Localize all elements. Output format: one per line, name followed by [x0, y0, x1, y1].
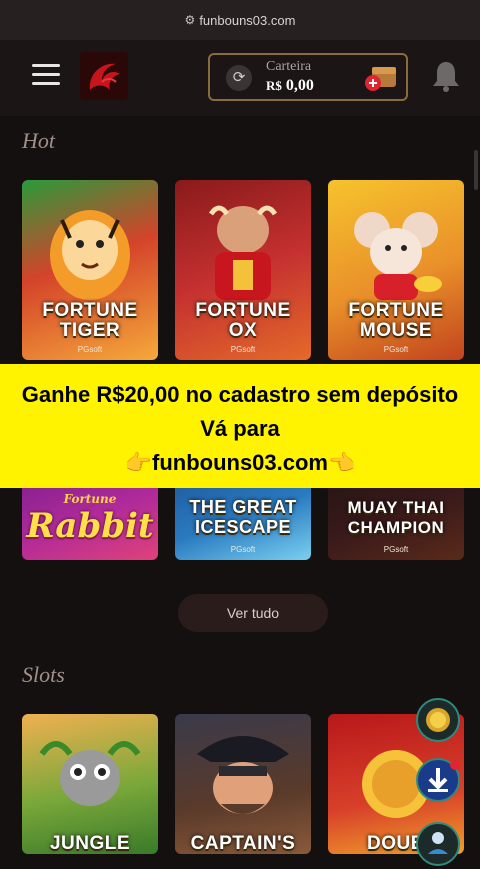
- scrollbar-thumb[interactable]: [474, 150, 478, 190]
- game-card-fortune-mouse[interactable]: FORTUNE MOUSE PGsoft: [328, 180, 464, 360]
- wallet-amount: 0,00: [285, 77, 314, 94]
- game-title-line2: CHAMPION: [347, 518, 445, 537]
- support-agent-button[interactable]: [416, 822, 460, 866]
- game-studio: PGsoft: [230, 345, 256, 354]
- game-title-line1: MUAY THAI: [347, 498, 445, 517]
- refresh-balance-icon[interactable]: ⟳: [226, 65, 252, 91]
- wallet-currency: R$: [266, 78, 282, 93]
- game-studio: PGsoft: [383, 345, 409, 354]
- brand-logo[interactable]: [80, 52, 128, 100]
- game-title: CAPTAIN'S: [190, 833, 296, 854]
- game-card-fortune-ox[interactable]: FORTUNE OX PGsoft: [175, 180, 311, 360]
- section-title-slots: Slots: [22, 662, 65, 687]
- game-title-line1: Fortune: [63, 492, 117, 506]
- download-app-button[interactable]: [416, 758, 460, 802]
- game-title-line2: OX: [228, 320, 258, 341]
- game-title-line1: FORTUNE: [195, 300, 291, 321]
- game-studio: PGsoft: [77, 345, 103, 354]
- url-text: funbouns03.com: [199, 12, 296, 28]
- see-all-button[interactable]: Ver tudo: [178, 594, 328, 632]
- game-title-line1: THE GREAT: [189, 497, 297, 517]
- game-title-line2: TIGER: [59, 320, 121, 341]
- game-card-jungle[interactable]: JUNGLE: [22, 714, 158, 854]
- game-title-line2: Rabbit: [26, 506, 154, 546]
- promo-line2: Vá para: [200, 416, 280, 441]
- game-title-line2: ICESCAPE: [194, 517, 292, 537]
- download-badge-dot: [450, 760, 460, 770]
- site-settings-icon: ⚙: [184, 13, 196, 27]
- game-studio: PGsoft: [230, 545, 256, 554]
- deposit-wallet-icon[interactable]: [364, 61, 398, 93]
- notification-bell-icon[interactable]: [431, 60, 461, 99]
- promo-banner[interactable]: Ganhe R$20,00 no cadastro sem depósito V…: [0, 364, 480, 488]
- game-studio: PGsoft: [383, 545, 409, 554]
- menu-icon[interactable]: [32, 64, 60, 88]
- game-title-line1: FORTUNE: [348, 300, 444, 321]
- wallet-panel[interactable]: ⟳ Carteira R$ 0,00: [208, 53, 408, 101]
- promo-line1: Ganhe R$20,00 no cadastro sem depósito: [21, 382, 459, 407]
- coins-reward-button[interactable]: [416, 698, 460, 742]
- browser-url-bar[interactable]: ⚙ funbouns03.com: [0, 0, 480, 40]
- wallet-balance: R$ 0,00: [266, 77, 314, 95]
- game-title: JUNGLE: [49, 833, 131, 854]
- game-card-fortune-tiger[interactable]: FORTUNE TIGER PGsoft: [22, 180, 158, 360]
- game-title-line1: FORTUNE: [42, 300, 138, 321]
- game-card-captains[interactable]: CAPTAIN'S: [175, 714, 311, 854]
- game-title-line2: MOUSE: [359, 320, 433, 341]
- promo-line3[interactable]: 👉funbouns03.com👈: [0, 450, 480, 476]
- wallet-label: Carteira: [266, 59, 312, 74]
- section-title-hot: Hot: [22, 128, 55, 153]
